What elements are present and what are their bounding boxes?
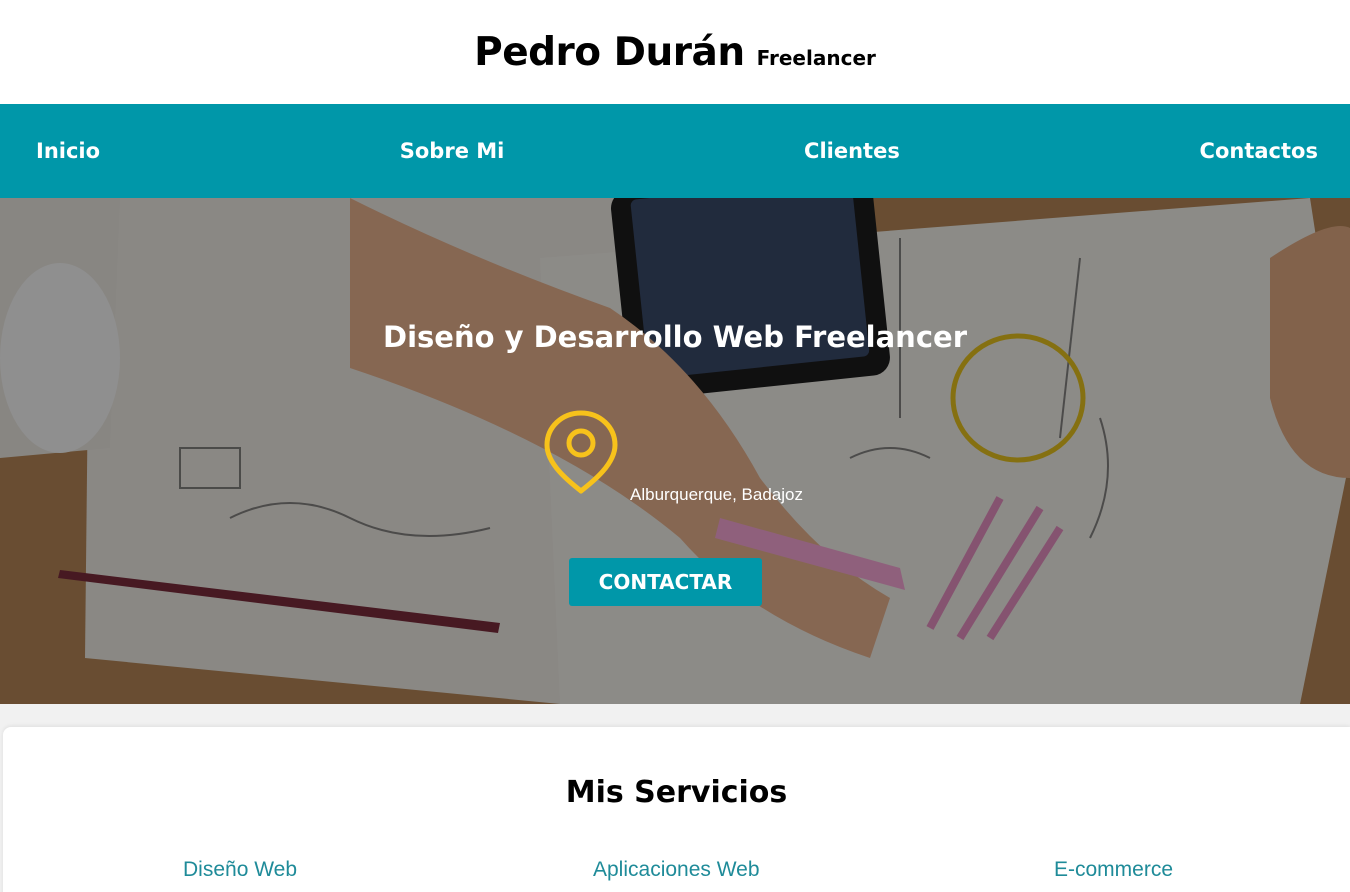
location-text: Alburquerque, Badajoz (630, 485, 803, 504)
nav-link-inicio[interactable]: Inicio (36, 139, 100, 163)
site-title: Pedro Durán Freelancer (474, 30, 876, 75)
services-title: Mis Servicios (565, 775, 788, 810)
hero-section: Diseño y Desarrollo Web Freelancer Albur… (0, 198, 1350, 704)
site-name: Pedro Durán (474, 29, 745, 75)
nav-link-clientes[interactable]: Clientes (804, 139, 900, 163)
nav-link-contactos[interactable]: Contactos (1200, 139, 1318, 163)
service-link-diseno-web[interactable]: Diseño Web (183, 858, 297, 882)
nav-link-sobre-mi[interactable]: Sobre Mi (400, 139, 505, 163)
site-tagline: Freelancer (756, 45, 876, 70)
site-header: Pedro Durán Freelancer (0, 0, 1350, 104)
location-pin-icon (543, 409, 619, 495)
main-nav: Inicio Sobre Mi Clientes Contactos (0, 104, 1350, 198)
hero-title: Diseño y Desarrollo Web Freelancer (383, 320, 967, 354)
service-link-e-commerce[interactable]: E-commerce (1054, 858, 1173, 882)
contact-button[interactable]: CONTACTAR (569, 558, 762, 606)
service-link-aplicaciones-web[interactable]: Aplicaciones Web (593, 858, 760, 882)
hero-overlay (0, 198, 1350, 704)
services-section: Mis Servicios Diseño Web Aplicaciones We… (3, 727, 1350, 892)
